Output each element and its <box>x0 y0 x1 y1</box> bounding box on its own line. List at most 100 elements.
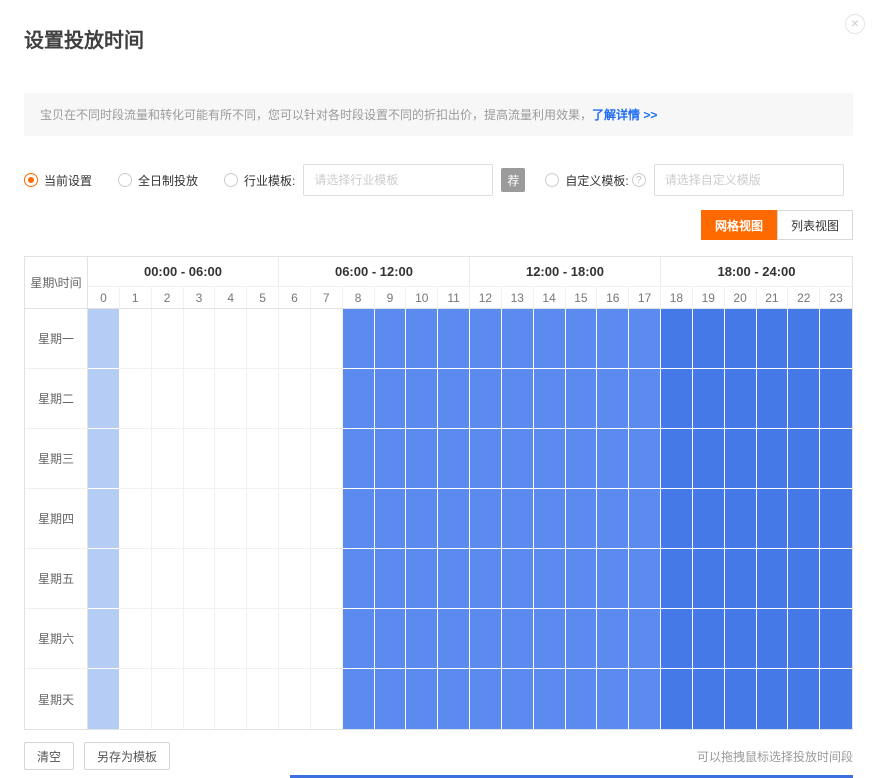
hour-cell-mid[interactable] <box>566 609 598 669</box>
hour-cell-mid[interactable] <box>470 309 502 369</box>
hour-cell-dark[interactable] <box>757 309 789 369</box>
hour-cell-dark[interactable] <box>661 369 693 429</box>
hour-cell-light[interactable] <box>88 669 120 729</box>
hour-cell-dark[interactable] <box>693 669 725 729</box>
hour-cell-mid[interactable] <box>406 669 438 729</box>
hour-cell-empty[interactable] <box>311 309 343 369</box>
hour-cell-empty[interactable] <box>279 369 311 429</box>
hour-cell-mid[interactable] <box>438 369 470 429</box>
hour-cell-empty[interactable] <box>215 609 247 669</box>
hour-cell-light[interactable] <box>88 609 120 669</box>
hour-cell-mid[interactable] <box>502 669 534 729</box>
hour-cell-empty[interactable] <box>311 669 343 729</box>
hour-cell-empty[interactable] <box>184 489 216 549</box>
hour-cell-mid[interactable] <box>502 489 534 549</box>
hour-cell-mid[interactable] <box>629 489 661 549</box>
hour-cell-empty[interactable] <box>184 309 216 369</box>
grid-view-button[interactable]: 网格视图 <box>701 210 777 240</box>
hour-cell-empty[interactable] <box>120 309 152 369</box>
hour-cell-mid[interactable] <box>343 429 375 489</box>
hour-cell-dark[interactable] <box>725 309 757 369</box>
hour-cell-empty[interactable] <box>247 669 279 729</box>
hour-cell-empty[interactable] <box>311 369 343 429</box>
hour-cell-dark[interactable] <box>725 609 757 669</box>
hour-cell-mid[interactable] <box>406 309 438 369</box>
hour-cell-empty[interactable] <box>215 429 247 489</box>
radio-current-setting[interactable]: 当前设置 <box>24 172 92 189</box>
hour-cell-mid[interactable] <box>597 609 629 669</box>
hour-cell-mid[interactable] <box>597 669 629 729</box>
hour-cell-empty[interactable] <box>279 549 311 609</box>
hour-cell-mid[interactable] <box>597 549 629 609</box>
hour-cell-mid[interactable] <box>343 309 375 369</box>
hour-cell-mid[interactable] <box>406 609 438 669</box>
hour-cell-empty[interactable] <box>184 669 216 729</box>
hour-cell-empty[interactable] <box>311 429 343 489</box>
hour-cell-mid[interactable] <box>438 489 470 549</box>
radio-all-day[interactable]: 全日制投放 <box>118 172 198 189</box>
hour-cell-dark[interactable] <box>693 369 725 429</box>
hour-cell-dark[interactable] <box>693 429 725 489</box>
hour-cell-dark[interactable] <box>693 309 725 369</box>
hour-cell-empty[interactable] <box>247 369 279 429</box>
help-icon[interactable]: ? <box>632 173 646 187</box>
hour-cell-mid[interactable] <box>406 489 438 549</box>
hour-cell-mid[interactable] <box>629 669 661 729</box>
hour-cell-empty[interactable] <box>120 609 152 669</box>
hour-cell-light[interactable] <box>88 549 120 609</box>
hour-cell-dark[interactable] <box>693 609 725 669</box>
hour-cell-mid[interactable] <box>629 609 661 669</box>
save-as-template-button[interactable]: 另存为模板 <box>84 742 170 770</box>
hour-cell-mid[interactable] <box>534 489 566 549</box>
hour-cell-mid[interactable] <box>375 369 407 429</box>
hour-cell-mid[interactable] <box>566 489 598 549</box>
hour-cell-dark[interactable] <box>661 429 693 489</box>
hour-cell-empty[interactable] <box>215 309 247 369</box>
recommend-badge[interactable]: 荐 <box>501 168 525 192</box>
hour-cell-mid[interactable] <box>502 309 534 369</box>
hour-cell-empty[interactable] <box>120 669 152 729</box>
hour-cell-dark[interactable] <box>725 369 757 429</box>
hour-cell-empty[interactable] <box>120 549 152 609</box>
hour-cell-mid[interactable] <box>343 669 375 729</box>
hour-cell-dark[interactable] <box>725 549 757 609</box>
hour-cell-empty[interactable] <box>152 369 184 429</box>
hour-cell-mid[interactable] <box>438 309 470 369</box>
hour-cell-mid[interactable] <box>566 369 598 429</box>
hour-cell-dark[interactable] <box>788 309 820 369</box>
hour-cell-dark[interactable] <box>820 549 852 609</box>
hour-cell-dark[interactable] <box>757 489 789 549</box>
hour-cell-mid[interactable] <box>470 369 502 429</box>
hour-cell-mid[interactable] <box>629 369 661 429</box>
industry-template-input[interactable] <box>303 164 493 196</box>
hour-cell-mid[interactable] <box>597 429 629 489</box>
hour-cell-dark[interactable] <box>820 309 852 369</box>
hour-cell-mid[interactable] <box>534 369 566 429</box>
custom-template-input[interactable] <box>654 164 844 196</box>
hour-cell-mid[interactable] <box>597 369 629 429</box>
hour-cell-mid[interactable] <box>375 309 407 369</box>
hour-cell-light[interactable] <box>88 429 120 489</box>
hour-cell-mid[interactable] <box>438 609 470 669</box>
hour-cell-dark[interactable] <box>788 369 820 429</box>
hour-cell-empty[interactable] <box>279 609 311 669</box>
hour-cell-empty[interactable] <box>311 489 343 549</box>
hour-cell-mid[interactable] <box>438 429 470 489</box>
clear-button[interactable]: 清空 <box>24 742 74 770</box>
hour-cell-dark[interactable] <box>757 369 789 429</box>
hour-cell-mid[interactable] <box>629 309 661 369</box>
hour-cell-mid[interactable] <box>470 669 502 729</box>
hour-cell-dark[interactable] <box>788 549 820 609</box>
hour-cell-mid[interactable] <box>629 429 661 489</box>
hour-cell-mid[interactable] <box>343 489 375 549</box>
hour-cell-dark[interactable] <box>820 369 852 429</box>
hour-cell-dark[interactable] <box>757 669 789 729</box>
hour-cell-dark[interactable] <box>757 429 789 489</box>
hour-cell-mid[interactable] <box>470 609 502 669</box>
hour-cell-dark[interactable] <box>757 609 789 669</box>
hour-cell-mid[interactable] <box>597 309 629 369</box>
hour-cell-dark[interactable] <box>661 309 693 369</box>
hour-cell-empty[interactable] <box>152 309 184 369</box>
hour-cell-dark[interactable] <box>693 549 725 609</box>
hour-cell-mid[interactable] <box>375 429 407 489</box>
